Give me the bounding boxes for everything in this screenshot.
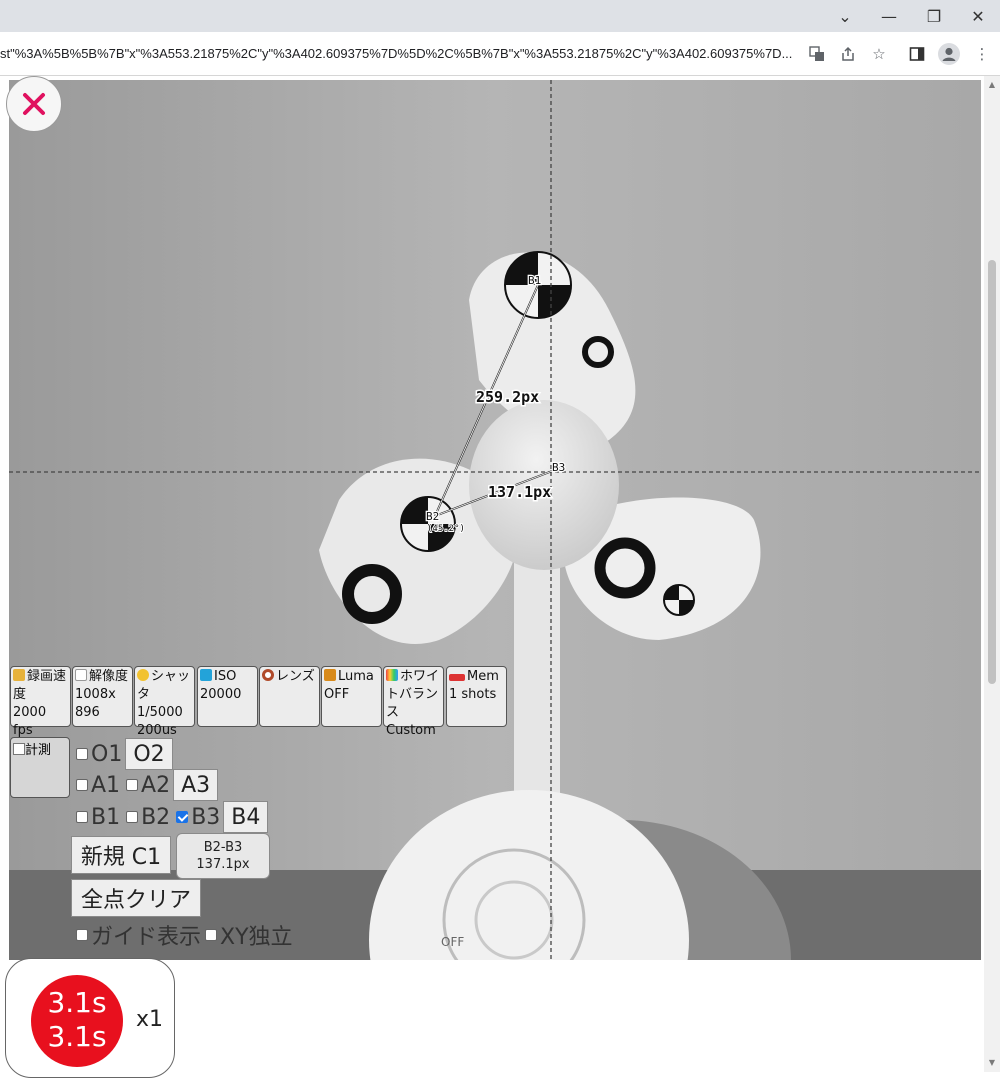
restore-icon[interactable]: ❐ [911, 0, 957, 32]
distance-label-b1-b2: 259.2px [476, 388, 539, 406]
scroll-down-arrow-icon[interactable]: ▼ [984, 1054, 1000, 1070]
page-viewport: OFF B1 B3 B2 (45.2°) 259.2px 137.1px 録画速… [0, 76, 1000, 1078]
browser-toolbar: st"%3A%5B%5B%7B"x"%3A553.21875%2C"y"%3A4… [0, 32, 1000, 76]
lens-icon [262, 669, 274, 681]
checkbox-b2[interactable] [126, 811, 139, 823]
profile-avatar-icon[interactable] [935, 40, 963, 68]
luma-icon [324, 669, 336, 681]
minimize-icon[interactable]: — [866, 0, 912, 32]
menu-resolution-button[interactable]: 解像度 1008x 896 [72, 666, 133, 727]
point-button-a3[interactable]: A3 [173, 769, 219, 801]
ruler-icon [13, 743, 25, 755]
address-bar[interactable]: st"%3A%5B%5B%7B"x"%3A553.21875%2C"y"%3A4… [0, 32, 800, 76]
fan-off-label: OFF [441, 935, 464, 949]
menu-memory-button[interactable]: Mem 1 shots [446, 666, 507, 727]
record-speed-icon [13, 669, 25, 681]
point-label-b2: B2 [426, 510, 439, 523]
point-row-b: B1 B2 B3 B4 [74, 801, 269, 833]
angle-label: (45.2°) [427, 524, 465, 534]
bookmark-star-icon[interactable]: ☆ [865, 40, 893, 68]
point-row-a: A1 A2 A3 [74, 769, 219, 801]
checkbox-xy-independent[interactable] [205, 929, 218, 941]
new-point-c1-button[interactable]: 新規 C1 [71, 836, 171, 874]
close-button[interactable] [6, 76, 62, 132]
share-icon[interactable] [834, 40, 862, 68]
point-label-b1: B1 [528, 274, 541, 287]
memory-icon [449, 674, 465, 681]
menu-luma-button[interactable]: Luma OFF [321, 666, 382, 727]
point-button-b4[interactable]: B4 [223, 801, 269, 833]
menu-record-speed-button[interactable]: 録画速度 2000 fps [10, 666, 71, 738]
kebab-menu-icon[interactable]: ⋮ [968, 40, 996, 68]
checkbox-o1[interactable] [76, 748, 88, 760]
checkbox-a2[interactable] [126, 779, 139, 791]
rainbow-icon [386, 669, 398, 681]
playback-multiplier[interactable]: x1 [136, 1007, 163, 1032]
chevron-down-icon[interactable]: ⌄ [822, 0, 868, 32]
guide-options-row: ガイド表示 XY独立 [74, 919, 293, 951]
clear-all-points-button[interactable]: 全点クリア [71, 879, 201, 917]
checkbox-a1[interactable] [76, 779, 88, 791]
measure-button[interactable]: 計測 [10, 737, 70, 798]
sun-icon [137, 669, 149, 681]
iso-icon [200, 669, 212, 681]
scroll-up-arrow-icon[interactable]: ▲ [984, 76, 1000, 92]
point-row-o: O1 O2 [74, 738, 173, 770]
menu-shutter-button[interactable]: シャッタ 1/5000 200us [134, 666, 195, 738]
close-window-icon[interactable]: ✕ [955, 0, 1000, 32]
point-label-b3: B3 [552, 461, 565, 474]
distance-label-b2-b3: 137.1px [488, 483, 551, 501]
scrollbar-thumb[interactable] [988, 260, 996, 684]
checkbox-b3[interactable] [176, 811, 189, 823]
menu-white-balance-button[interactable]: ホワイトバランス Custom [383, 666, 444, 738]
browser-title-bar: ⌄ — ❐ ✕ [0, 0, 1000, 32]
timer-panel: 3.1s 3.1s x1 [5, 958, 175, 1078]
translate-icon[interactable] [803, 40, 831, 68]
menu-iso-button[interactable]: ISO 20000 [197, 666, 258, 727]
side-panel-icon[interactable] [903, 40, 931, 68]
resolution-icon [75, 669, 87, 681]
vertical-scrollbar[interactable]: ▲ ▼ [984, 76, 1000, 1072]
point-button-o2[interactable]: O2 [125, 738, 173, 770]
menu-lens-button[interactable]: レンズ [259, 666, 320, 727]
record-timer-button[interactable]: 3.1s 3.1s [31, 975, 123, 1067]
close-icon [23, 93, 45, 115]
measurement-result-button[interactable]: B2-B3 137.1px [176, 833, 270, 879]
checkbox-b1[interactable] [76, 811, 88, 823]
checkbox-guide[interactable] [76, 929, 88, 941]
